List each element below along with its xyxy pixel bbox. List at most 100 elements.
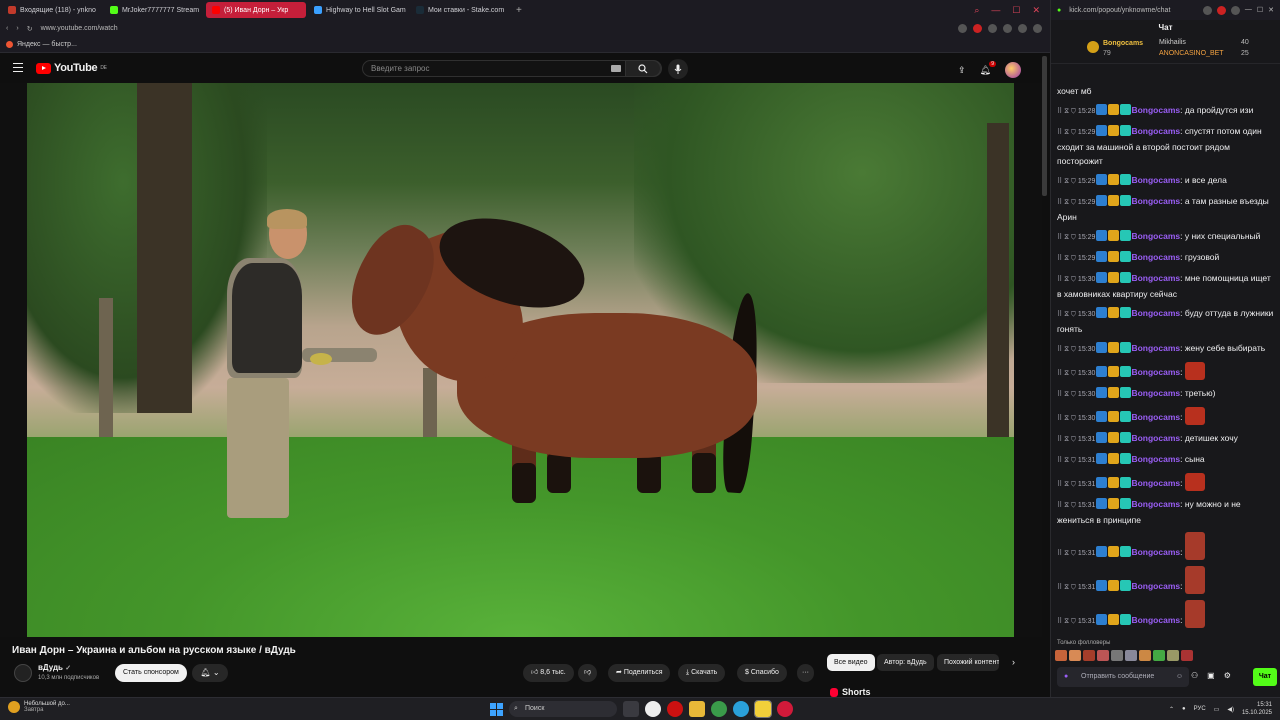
pin-icon[interactable]: ⠿ ⧖ ⛉ (1057, 108, 1078, 115)
pin-icon[interactable]: ⠿ ⧖ ⛉ (1057, 178, 1078, 185)
emote[interactable] (1055, 650, 1067, 661)
download-icon[interactable] (1018, 24, 1027, 33)
keyboard-icon[interactable] (611, 65, 621, 72)
pin-icon[interactable]: ⠿ ⧖ ⛉ (1057, 436, 1078, 443)
users-icon[interactable]: ⚇ (1191, 671, 1198, 680)
new-tab-button[interactable]: + (510, 5, 528, 16)
store-icon[interactable]: ▣ (1207, 671, 1215, 680)
language-indicator[interactable]: РУС (1194, 706, 1206, 712)
chat-username[interactable]: Bongocams (1131, 343, 1180, 353)
chat-username[interactable]: Bongocams (1131, 499, 1180, 509)
emote[interactable] (1125, 650, 1137, 661)
microphone-tray-icon[interactable]: ● (1182, 706, 1186, 712)
pin-icon[interactable]: ⠿ ⧖ ⛉ (1057, 255, 1078, 262)
bookmark-yandex[interactable]: Яндекс — быстр... (17, 41, 77, 48)
thanks-button[interactable]: $ Спасибо (737, 664, 787, 682)
chat-username[interactable]: Bongocams (1131, 547, 1180, 557)
chat-username[interactable]: Bongocams (1131, 615, 1180, 625)
channel-name[interactable]: вДудь ✓ (38, 663, 71, 672)
chat-username[interactable]: Bongocams (1131, 388, 1180, 398)
browser-tab[interactable]: Мои ставки - Stake.com (410, 2, 510, 18)
pin-icon[interactable]: ⠿ ⧖ ⛉ (1057, 276, 1078, 283)
browser-tab[interactable]: Входящие (118) - ynkno (2, 2, 102, 18)
filter-chip[interactable]: Похожий контент (937, 654, 999, 671)
emote[interactable] (1167, 650, 1179, 661)
extension-icon[interactable] (973, 24, 982, 33)
forward-icon[interactable]: › (16, 25, 18, 32)
pin-icon[interactable]: ⠿ ⧖ ⛉ (1057, 618, 1078, 625)
emote[interactable] (1069, 650, 1081, 661)
chat-username[interactable]: Bongocams (1131, 581, 1180, 591)
pin-icon[interactable]: ⠿ ⧖ ⛉ (1057, 234, 1078, 241)
pin-icon[interactable]: ⠿ ⧖ ⛉ (1057, 550, 1078, 557)
chat-username[interactable]: Bongocams (1131, 126, 1180, 136)
browser-tab[interactable]: MrJoker7777777 Stream (104, 2, 204, 18)
weather-widget[interactable]: Небольшой до... Завтра (8, 701, 70, 713)
channel-avatar[interactable] (14, 664, 32, 682)
browser-tab[interactable]: (5) Иван Дорн – Укр (206, 2, 306, 18)
sponsor-button[interactable]: Стать спонсором (115, 664, 187, 682)
emote[interactable] (1153, 650, 1165, 661)
emote-picker-icon[interactable]: ● (1064, 667, 1068, 687)
account-avatar[interactable] (1004, 62, 1021, 78)
network-icon[interactable]: ▭ (1214, 706, 1220, 713)
close-icon[interactable]: ✕ (1032, 5, 1040, 16)
extension-icon[interactable] (1230, 5, 1240, 15)
chat-username[interactable]: Bongocams (1131, 433, 1180, 443)
emote[interactable] (1139, 650, 1151, 661)
download-button[interactable]: ⤓ Скачать (678, 664, 726, 682)
search-input[interactable]: Введите запрос (362, 60, 662, 77)
chat-message-input[interactable]: ● Отправить сообщение ☺ (1057, 667, 1189, 687)
settings-icon[interactable]: ⚙ (1224, 671, 1231, 680)
pin-icon[interactable]: ⠿ ⧖ ⛉ (1057, 415, 1078, 422)
pin-icon[interactable]: ⠿ ⧖ ⛉ (1057, 502, 1078, 509)
chips-next-icon[interactable]: › (1012, 657, 1015, 667)
filter-chip[interactable]: Все видео (827, 654, 875, 671)
clock[interactable]: 15:31 15.10.2025 (1242, 701, 1272, 717)
close-icon[interactable]: ✕ (1268, 6, 1274, 15)
chat-username[interactable]: Bongocams (1131, 105, 1180, 115)
emote[interactable] (1181, 650, 1193, 661)
share-button[interactable]: ➦ Поделиться (608, 664, 671, 682)
minimize-icon[interactable]: — (1245, 6, 1252, 15)
extension-icon[interactable] (1216, 5, 1226, 15)
notifications-icon[interactable]: 🔔︎ 9 (980, 60, 996, 76)
extension-icon[interactable] (988, 24, 997, 33)
upload-icon[interactable]: ⇪ (958, 65, 966, 76)
tray-overflow-icon[interactable]: ⌃ (1169, 706, 1174, 713)
opera-gx-icon[interactable] (777, 701, 793, 717)
file-explorer-icon[interactable] (689, 701, 705, 717)
search-icon[interactable]: ⌕ (974, 5, 979, 16)
extension-icon[interactable] (1202, 5, 1212, 15)
minimize-icon[interactable]: — (991, 5, 1000, 16)
hamburger-menu-icon[interactable] (13, 63, 23, 72)
pin-icon[interactable]: ⠿ ⧖ ⛉ (1057, 199, 1078, 206)
pin-icon[interactable]: ⠿ ⧖ ⛉ (1057, 346, 1078, 353)
page-scrollbar[interactable] (1042, 56, 1047, 196)
pin-icon[interactable]: ⠿ ⧖ ⛉ (1057, 481, 1078, 488)
video-player[interactable] (27, 83, 1014, 637)
filter-chip[interactable]: Автор: вДудь (877, 654, 934, 671)
pin-icon[interactable]: ⠿ ⧖ ⛉ (1057, 129, 1078, 136)
emote[interactable] (1111, 650, 1123, 661)
voice-search-button[interactable] (668, 59, 688, 79)
chat-username[interactable]: Bongocams (1131, 175, 1180, 185)
chat-username[interactable]: Bongocams (1131, 308, 1180, 318)
like-button[interactable]: 👍︎ 8,6 тыс. (523, 664, 574, 682)
leader-second-name[interactable]: Mikhailis (1159, 39, 1186, 46)
extension-icon[interactable] (958, 24, 967, 33)
leader-third-name[interactable]: ANONCASINO_BET (1159, 50, 1224, 57)
subscribe-bell-button[interactable]: 🔔︎ ⌄ (192, 664, 228, 682)
back-icon[interactable]: ‹ (6, 25, 8, 32)
opera-icon[interactable] (667, 701, 683, 717)
telegram-icon[interactable] (733, 701, 749, 717)
start-icon[interactable] (490, 702, 503, 716)
page-url[interactable]: www.youtube.com/watch (41, 25, 118, 32)
browser-tab[interactable]: Highway to Hell Slot Gam (308, 2, 408, 18)
emote[interactable] (1083, 650, 1095, 661)
chat-username[interactable]: Bongocams (1131, 412, 1180, 422)
maximize-icon[interactable]: ☐ (1257, 6, 1263, 15)
emote[interactable] (1097, 650, 1109, 661)
extension-icon[interactable] (1003, 24, 1012, 33)
chat-username[interactable]: Bongocams (1131, 454, 1180, 464)
